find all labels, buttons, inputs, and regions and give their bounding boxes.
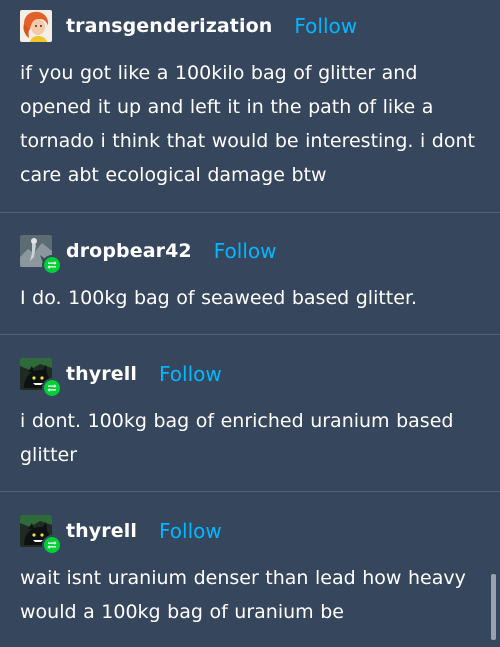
divider: [0, 212, 500, 213]
username[interactable]: thyrell: [66, 520, 137, 542]
avatar[interactable]: [20, 235, 62, 275]
reblog-icon: [42, 255, 62, 275]
post-text: wait isnt uranium denser than lead how h…: [20, 567, 466, 623]
divider: [0, 491, 500, 492]
follow-button[interactable]: Follow: [294, 14, 357, 38]
scrollbar[interactable]: [491, 574, 496, 640]
post-text: if you got like a 100kilo bag of glitter…: [20, 62, 475, 186]
follow-button[interactable]: Follow: [214, 239, 277, 263]
post-header: transgenderization Follow: [20, 6, 482, 46]
post-4: thyrell Follow wait isnt uranium denser …: [0, 511, 500, 629]
reblog-icon: [42, 535, 62, 555]
post-1: transgenderization Follow if you got lik…: [0, 6, 500, 192]
post-text: I do. 100kg bag of seaweed based glitter…: [20, 287, 418, 309]
follow-button[interactable]: Follow: [159, 362, 222, 386]
avatar[interactable]: [20, 358, 62, 398]
username[interactable]: thyrell: [66, 363, 137, 385]
username[interactable]: transgenderization: [66, 15, 272, 37]
post-2: dropbear42 Follow I do. 100kg bag of sea…: [0, 231, 500, 315]
divider: [0, 334, 500, 335]
follow-button[interactable]: Follow: [159, 519, 222, 543]
username[interactable]: dropbear42: [66, 240, 192, 262]
reblog-icon: [42, 378, 62, 398]
post-header: dropbear42 Follow: [20, 231, 482, 275]
post-text: i dont. 100kg bag of enriched uranium ba…: [20, 410, 454, 466]
post-header: thyrell Follow: [20, 354, 482, 398]
avatar-orange-hair-icon: [20, 10, 52, 42]
post-header: thyrell Follow: [20, 511, 482, 555]
post-3: thyrell Follow i dont. 100kg bag of enri…: [0, 354, 500, 472]
avatar[interactable]: [20, 10, 52, 42]
avatar[interactable]: [20, 515, 62, 555]
